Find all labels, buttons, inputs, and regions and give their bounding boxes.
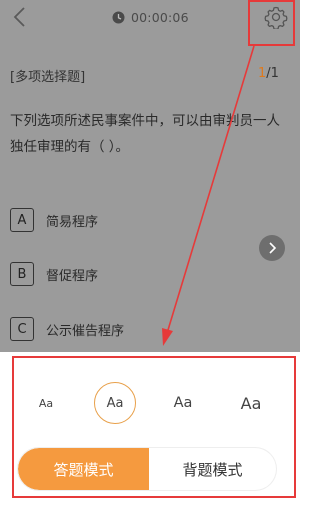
annotation-arrow <box>162 45 255 346</box>
